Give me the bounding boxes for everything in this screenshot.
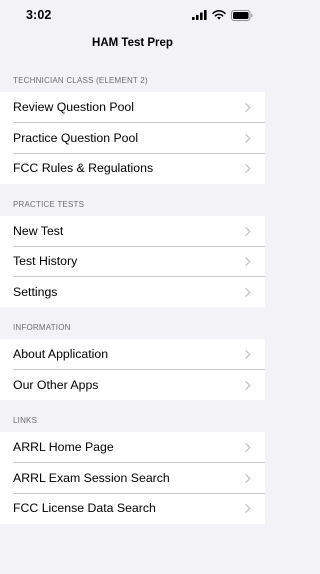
arrl-home-page-row[interactable]: ARRL Home Page [0,432,265,463]
section-header: LINKS [13,416,38,425]
chevron-right-icon [245,473,251,483]
row-label: ARRL Exam Session Search [13,470,170,485]
fcc-rules-regulations-row[interactable]: FCC Rules & Regulations [0,153,265,184]
row-group: Review Question Pool Practice Question P… [0,92,265,184]
row-label: Settings [13,284,58,299]
row-label: Our Other Apps [13,377,99,392]
chevron-right-icon [245,504,251,514]
new-test-row[interactable]: New Test [0,216,265,247]
chevron-right-icon [245,164,251,174]
cellular-signal-icon [192,10,207,20]
chevron-right-icon [245,257,251,267]
section-header: PRACTICE TESTS [13,199,85,209]
battery-icon [231,9,253,21]
wifi-icon [212,10,226,20]
section-links: LINKS ARRL Home Page ARRL Exam Session S… [0,400,265,524]
row-group: ARRL Home Page ARRL Exam Session Search … [0,432,265,524]
test-history-row[interactable]: Test History [0,246,265,277]
section-header: TECHNICIAN CLASS (ELEMENT 2) [13,76,148,85]
section-header: INFORMATION [13,323,71,332]
fcc-license-data-search-row[interactable]: FCC License Data Search [0,493,265,524]
section-information: INFORMATION About Application Our Other … [0,307,265,400]
section-technician-class: TECHNICIAN CLASS (ELEMENT 2) Review Ques… [0,60,265,184]
chevron-right-icon [245,226,251,236]
settings-row[interactable]: Settings [0,277,265,308]
chevron-right-icon [245,103,251,113]
row-label: FCC Rules & Regulations [13,161,154,176]
menu-list: TECHNICIAN CLASS (ELEMENT 2) Review Ques… [0,60,265,524]
chevron-right-icon [245,380,251,390]
row-group: About Application Our Other Apps [0,339,265,400]
row-label: Practice Question Pool [13,130,139,145]
page-title: HAM Test Prep [92,37,173,49]
arrl-exam-session-search-row[interactable]: ARRL Exam Session Search [0,463,265,494]
row-label: FCC License Data Search [13,501,156,516]
our-other-apps-row[interactable]: Our Other Apps [0,370,265,401]
practice-question-pool-row[interactable]: Practice Question Pool [0,123,265,154]
row-label: About Application [13,347,109,362]
chevron-right-icon [245,287,251,297]
row-label: New Test [13,223,64,238]
row-label: ARRL Home Page [13,440,114,455]
review-question-pool-row[interactable]: Review Question Pool [0,92,265,123]
status-bar: 3:02 [0,0,265,28]
status-time: 3:02 [26,8,52,22]
about-application-row[interactable]: About Application [0,339,265,370]
section-practice-tests: PRACTICE TESTS New Test Test History Set… [0,184,265,308]
row-label: Review Question Pool [13,100,134,115]
navigation-bar: HAM Test Prep [0,28,265,60]
status-icons [192,9,253,21]
chevron-right-icon [245,350,251,360]
row-group: New Test Test History Settings [0,215,265,308]
chevron-right-icon [245,443,251,453]
chevron-right-icon [245,133,251,143]
row-label: Test History [13,254,78,269]
